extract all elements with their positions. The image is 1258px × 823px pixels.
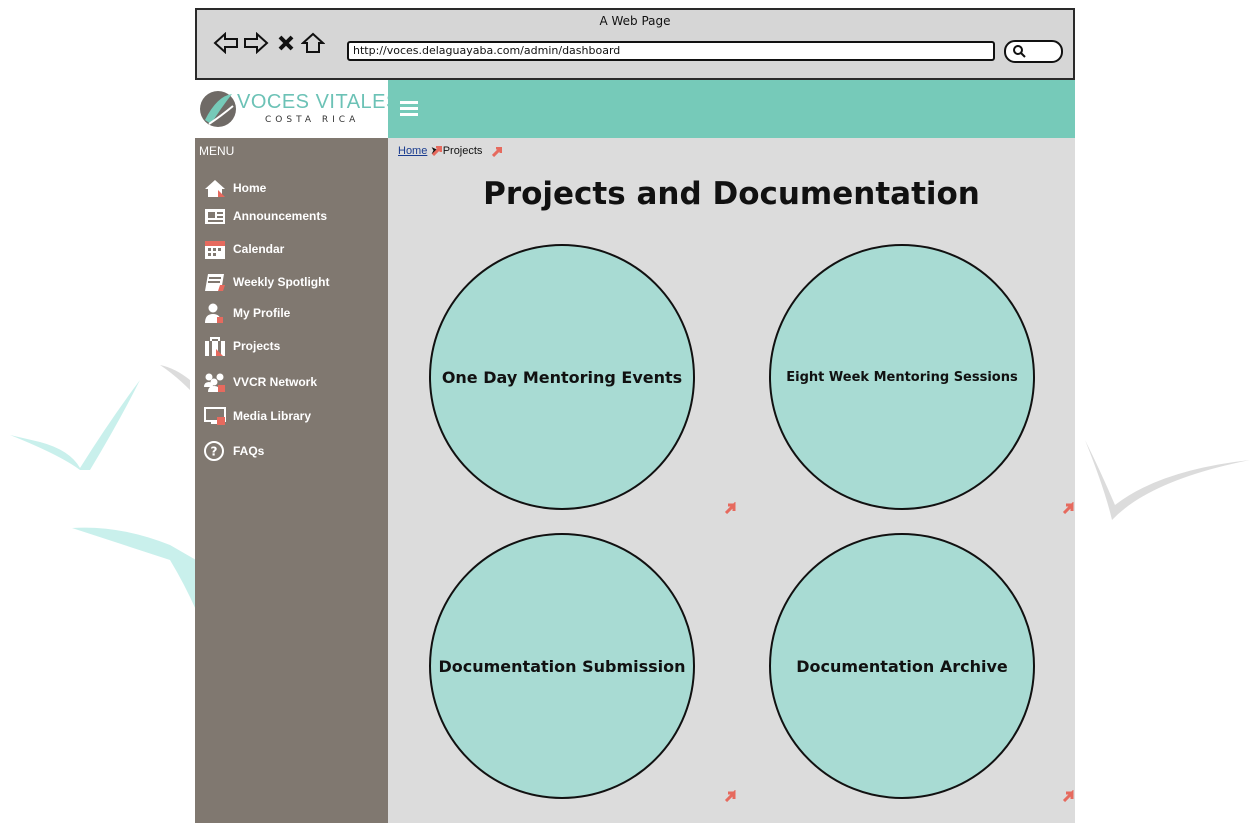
sidebar-item-vvcr-network[interactable]: VVCR Network — [203, 369, 317, 395]
browser-search-field[interactable] — [1004, 40, 1063, 63]
sidebar-item-label: FAQs — [233, 444, 265, 458]
breadcrumb: Home ➤ Projects — [398, 144, 502, 157]
sidebar-item-media-library[interactable]: Media Library — [203, 403, 311, 429]
tile-one-day-mentoring-events[interactable]: One Day Mentoring Events — [429, 244, 695, 510]
tile-label: Eight Week Mentoring Sessions — [786, 369, 1018, 385]
link-marker-icon — [724, 790, 736, 802]
logo-emblem-icon — [200, 91, 236, 127]
link-marker-icon — [432, 146, 442, 156]
link-marker-icon — [724, 502, 736, 514]
sidebar-item-calendar[interactable]: Calendar — [203, 236, 284, 262]
sidebar-item-my-profile[interactable]: My Profile — [203, 300, 290, 326]
sidebar-item-weekly-spotlight[interactable]: Weekly Spotlight — [203, 269, 329, 295]
book-icon — [203, 271, 227, 293]
home-nav-icon[interactable] — [301, 32, 325, 54]
main-content: Home ➤ Projects Projects and Documentati… — [388, 138, 1075, 823]
tile-documentation-submission[interactable]: Documentation Submission — [429, 533, 695, 799]
tile-eight-week-mentoring-sessions[interactable]: Eight Week Mentoring Sessions — [769, 244, 1035, 510]
link-marker-icon — [1062, 502, 1074, 514]
sidebar-item-projects[interactable]: Projects — [203, 333, 280, 359]
menu-title: MENU — [199, 144, 235, 158]
briefcase-icon — [203, 335, 227, 357]
link-marker-icon — [492, 147, 502, 157]
tile-label: Documentation Submission — [438, 656, 686, 676]
sidebar-item-announcements[interactable]: Announcements — [203, 203, 327, 229]
logo-title: VOCES VITALES — [237, 91, 400, 113]
browser-title: A Web Page — [599, 14, 671, 28]
page-title: Projects and Documentation — [483, 176, 980, 212]
sidebar-item-label: My Profile — [233, 306, 291, 320]
link-marker-icon — [1062, 790, 1074, 802]
tile-label: One Day Mentoring Events — [441, 367, 683, 387]
stop-icon[interactable] — [277, 34, 295, 52]
tile-label: Documentation Archive — [796, 656, 1008, 676]
monitor-icon — [203, 405, 227, 427]
sidebar-item-label: Weekly Spotlight — [233, 275, 330, 289]
forward-arrow-icon[interactable] — [243, 32, 269, 54]
calendar-icon — [203, 238, 227, 260]
sidebar-item-label: Media Library — [233, 409, 312, 423]
newspaper-icon — [203, 205, 227, 227]
back-arrow-icon[interactable] — [213, 32, 239, 54]
help-icon: ? — [203, 440, 227, 462]
top-bar — [388, 80, 1075, 138]
group-icon — [203, 371, 227, 393]
sidebar: MENU Home Announcements Calendar Weekly … — [195, 138, 388, 823]
search-icon — [1013, 45, 1026, 58]
tile-documentation-archive[interactable]: Documentation Archive — [769, 533, 1035, 799]
sidebar-item-home[interactable]: Home — [203, 175, 266, 201]
sidebar-item-label: Projects — [233, 339, 281, 353]
breadcrumb-home-link[interactable]: Home — [398, 145, 427, 157]
home-icon — [203, 177, 227, 199]
sidebar-item-label: Calendar — [233, 242, 285, 256]
logo-subtitle: COSTA RICA — [265, 115, 360, 125]
sidebar-item-label: Announcements — [233, 209, 328, 223]
app-area: VOCES VITALES COSTA RICA MENU Home Annou… — [195, 80, 1075, 823]
browser-window-chrome: A Web Page http://voces.delaguayaba.com/… — [195, 8, 1075, 80]
breadcrumb-current: Projects — [442, 145, 483, 157]
sidebar-item-label: VVCR Network — [233, 375, 318, 389]
svg-text:?: ? — [211, 445, 218, 459]
user-icon — [203, 302, 227, 324]
address-bar[interactable]: http://voces.delaguayaba.com/admin/dashb… — [347, 41, 995, 61]
hamburger-menu-icon[interactable] — [400, 100, 418, 116]
sidebar-item-label: Home — [233, 181, 267, 195]
logo[interactable]: VOCES VITALES COSTA RICA — [195, 80, 399, 138]
sidebar-item-faqs[interactable]: ? FAQs — [203, 438, 264, 464]
